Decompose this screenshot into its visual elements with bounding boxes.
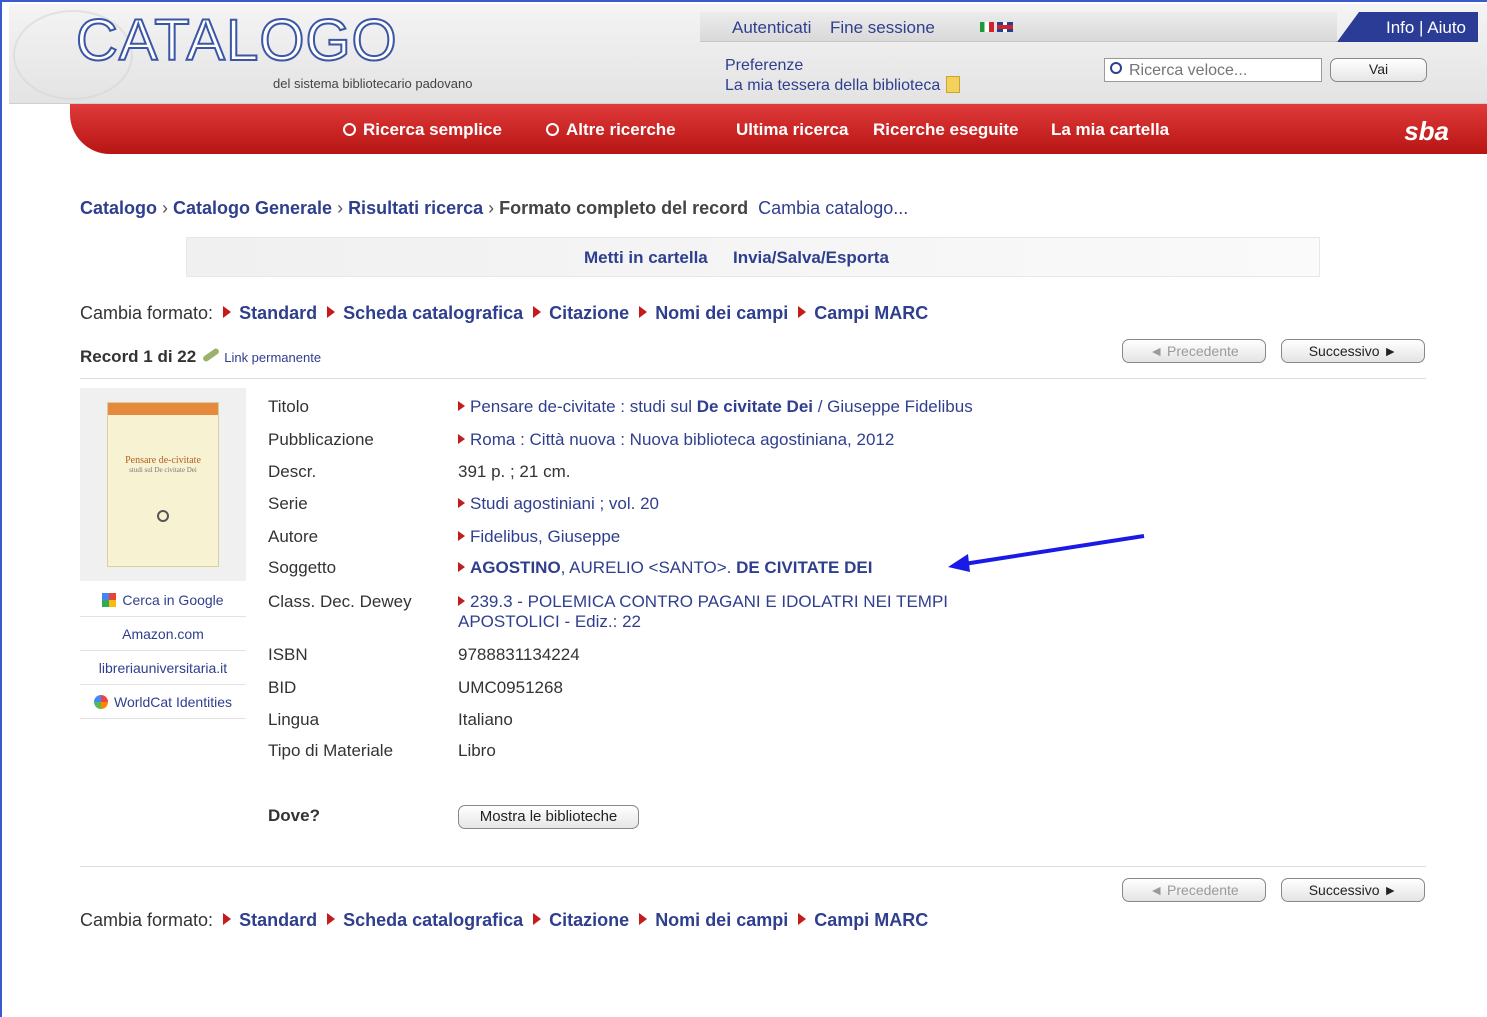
divider (80, 378, 1426, 379)
crumb-current: Formato completo del record (499, 198, 749, 218)
record-actions-bar: Metti in cartella Invia/Salva/Esporta (186, 237, 1320, 277)
field-value-author[interactable]: Fidelibus, Giuseppe (458, 527, 620, 547)
italian-flag-icon[interactable] (980, 21, 994, 32)
field-label-subject: Soggetto (268, 558, 337, 577)
record-counter: Record 1 di 22 Link permanente (80, 347, 322, 366)
preferences-block: Preferenze La mia tessera della bibliote… (725, 56, 961, 96)
book-cover-panel: Pensare de-civitate studi sul De civitat… (80, 388, 246, 581)
book-cover-image[interactable]: Pensare de-civitate studi sul De civitat… (107, 402, 219, 567)
uk-flag-icon[interactable] (997, 21, 1013, 32)
prev-button[interactable]: ◄ Precedente (1122, 339, 1266, 363)
google-search-link[interactable]: Cerca in Google (80, 583, 246, 617)
field-value-title[interactable]: Pensare de-civitate : studi sul De civit… (458, 397, 973, 417)
field-label-dewey: Class. Dec. Dewey (268, 592, 412, 611)
logo-subtitle: del sistema bibliotecario padovano (273, 76, 473, 91)
divider (80, 866, 1426, 867)
go-button[interactable]: Vai (1330, 58, 1427, 82)
format-field-names[interactable]: Nomi dei campi (655, 910, 788, 930)
field-value-descr: 391 p. ; 21 cm. (458, 462, 571, 481)
search-icon (1110, 62, 1122, 74)
nav-searches-done[interactable]: Ricerche eseguite (873, 120, 1019, 140)
annotation-arrow-icon (948, 534, 1145, 572)
permalink-link[interactable]: Link permanente (224, 350, 321, 365)
login-link[interactable]: Autenticati (732, 18, 811, 38)
next-button[interactable]: Successivo ► (1281, 339, 1425, 363)
field-value-isbn: 9788831134224 (458, 645, 580, 664)
crumb-general[interactable]: Catalogo Generale (173, 198, 332, 218)
search-icon (343, 123, 356, 136)
quick-search-input[interactable] (1104, 58, 1322, 82)
nav-last-search[interactable]: Ultima ricerca (736, 120, 848, 140)
language-flags (980, 18, 1013, 33)
permalink-icon (202, 347, 221, 363)
field-value-subject[interactable]: AGOSTINO, AURELIO <SANTO>. DE CIVITATE D… (458, 558, 872, 578)
worldcat-link[interactable]: WorldCat Identities (80, 685, 246, 719)
crumb-results[interactable]: Risultati ricerca (348, 198, 483, 218)
field-label-title: Titolo (268, 397, 309, 416)
field-value-bid: UMC0951268 (458, 678, 563, 697)
nav-simple-search[interactable]: Ricerca semplice (343, 120, 502, 140)
format-marc[interactable]: Campi MARC (814, 910, 928, 930)
prev-button-bottom[interactable]: ◄ Precedente (1122, 878, 1266, 902)
show-libraries-button[interactable]: Mostra le biblioteche (458, 805, 639, 829)
format-citation[interactable]: Citazione (549, 910, 629, 930)
nav-my-folder[interactable]: La mia cartella (1051, 120, 1169, 140)
format-citation[interactable]: Citazione (549, 303, 629, 323)
field-label-descr: Descr. (268, 462, 317, 481)
field-label-where: Dove? (268, 806, 320, 825)
libreria-link[interactable]: libreriauniversitaria.it (80, 651, 246, 685)
field-value-dewey[interactable]: 239.3 - POLEMICA CONTRO PAGANI E IDOLATR… (458, 592, 948, 632)
catalog-logo[interactable]: CATALOGO (75, 11, 398, 71)
preferences-link[interactable]: Preferenze (725, 56, 960, 76)
change-catalog-link[interactable]: Cambia catalogo... (758, 198, 908, 218)
external-links: Cerca in Google Amazon.com libreriaunive… (80, 583, 246, 719)
change-format-top: Cambia formato: Standard Scheda catalograf… (80, 303, 928, 324)
field-value-material: Libro (458, 741, 496, 760)
field-label-author: Autore (268, 527, 319, 546)
library-card-link[interactable]: La mia tessera della biblioteca (725, 76, 961, 96)
field-label-isbn: ISBN (268, 645, 308, 664)
format-field-names[interactable]: Nomi dei campi (655, 303, 788, 323)
next-button-bottom[interactable]: Successivo ► (1281, 878, 1425, 902)
logout-link[interactable]: Fine sessione (830, 18, 935, 38)
format-card[interactable]: Scheda catalografica (343, 303, 523, 323)
field-value-publication[interactable]: Roma : Città nuova : Nuova biblioteca ag… (458, 430, 894, 450)
info-help-bar[interactable]: Info | Aiuto (1337, 12, 1478, 42)
amazon-link[interactable]: Amazon.com (80, 617, 246, 651)
google-icon (102, 593, 117, 607)
format-card[interactable]: Scheda catalografica (343, 910, 523, 930)
field-label-series: Serie (268, 494, 308, 513)
nav-other-searches[interactable]: Altre ricerche (546, 120, 676, 140)
field-value-language: Italiano (458, 710, 513, 729)
change-format-bottom: Cambia formato: Standard Scheda catalograf… (80, 910, 928, 931)
worldcat-icon (93, 695, 108, 709)
info-help-link[interactable]: Info | Aiuto (1386, 18, 1466, 38)
change-format-label: Cambia formato: (80, 910, 214, 930)
add-to-folder-link[interactable]: Metti in cartella (584, 248, 708, 268)
library-card-icon (946, 76, 961, 93)
format-marc[interactable]: Campi MARC (814, 303, 928, 323)
search-icon (546, 123, 559, 136)
format-standard[interactable]: Standard (239, 910, 317, 930)
field-label-material: Tipo di Materiale (268, 741, 394, 760)
crumb-catalog[interactable]: Catalogo (80, 198, 157, 218)
format-standard[interactable]: Standard (239, 303, 317, 323)
main-nav: Ricerca semplice Altre ricerche Ultima r… (70, 104, 1487, 154)
field-label-bid: BID (268, 678, 297, 697)
field-label-publication: Pubblicazione (268, 430, 374, 449)
sba-logo: sba (1404, 116, 1449, 146)
send-save-export-link[interactable]: Invia/Salva/Esporta (733, 248, 889, 268)
field-label-language: Lingua (268, 710, 320, 729)
change-format-label: Cambia formato: (80, 303, 214, 323)
breadcrumb: Catalogo › Catalogo Generale › Risultati… (80, 198, 909, 218)
field-value-series[interactable]: Studi agostiniani ; vol. 20 (458, 494, 659, 514)
user-bar: Autenticati Fine sessione (700, 12, 1337, 42)
